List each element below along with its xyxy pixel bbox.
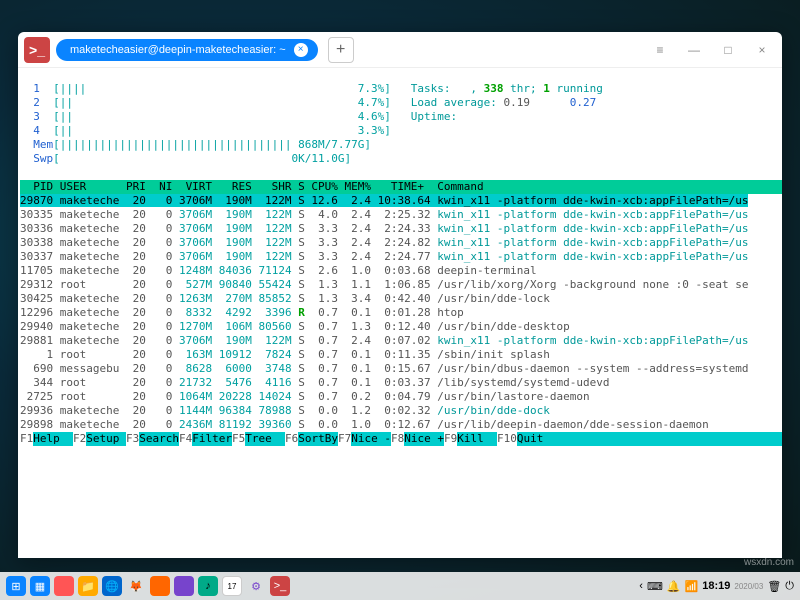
tray-keyboard-icon[interactable]: ⌨ [647,580,663,593]
terminal-app-icon: >_ [24,37,50,63]
firefox-icon[interactable]: 🦊 [126,576,146,596]
close-button[interactable]: × [748,36,776,64]
clock[interactable]: 18:19 [702,580,730,592]
tray-power-icon[interactable]: ⏻ [785,580,794,593]
titlebar: >_ maketecheasier@deepin-maketecheasier:… [18,32,782,68]
calendar-icon[interactable]: 17 [222,576,242,596]
watermark: wsxdn.com [744,557,794,568]
taskbar[interactable]: ⊞ ▦ 📁 🌐 🦊 ♪ 17 ⚙ >_ ‹ ⌨ 🔔 📶 18:19 2020/0… [0,572,800,600]
tray-trash-icon[interactable]: 🗑 [767,580,781,593]
tab-title: maketecheasier@deepin-maketecheasier: ~ [70,44,286,56]
minimize-button[interactable]: — [680,36,708,64]
tray-chevron-icon[interactable]: ‹ [639,580,643,592]
tray-bell-icon[interactable]: 🔔 [667,580,681,593]
launcher-icon[interactable]: ⊞ [6,576,26,596]
tab-close-icon[interactable]: × [294,43,308,57]
terminal-window: >_ maketecheasier@deepin-maketecheasier:… [18,32,782,558]
terminal-tab[interactable]: maketecheasier@deepin-maketecheasier: ~ … [56,39,318,61]
music-icon[interactable]: ♪ [198,576,218,596]
terminal-content[interactable]: 1 [|||| 7.3%] Tasks: , 338 thr; 1 runnin… [18,68,782,558]
files-icon[interactable]: 📁 [78,576,98,596]
multitask-icon[interactable]: ▦ [30,576,50,596]
browser-icon[interactable]: 🌐 [102,576,122,596]
menu-button[interactable]: ≡ [646,36,674,64]
maximize-button[interactable]: □ [714,36,742,64]
app-icon-3[interactable] [174,576,194,596]
tray-wifi-icon[interactable]: 📶 [685,580,699,593]
new-tab-button[interactable]: + [328,37,354,63]
app-icon-2[interactable] [150,576,170,596]
date: 2020/03 [734,582,763,591]
settings-icon[interactable]: ⚙ [246,576,266,596]
app-icon-1[interactable] [54,576,74,596]
terminal-taskbar-icon[interactable]: >_ [270,576,290,596]
